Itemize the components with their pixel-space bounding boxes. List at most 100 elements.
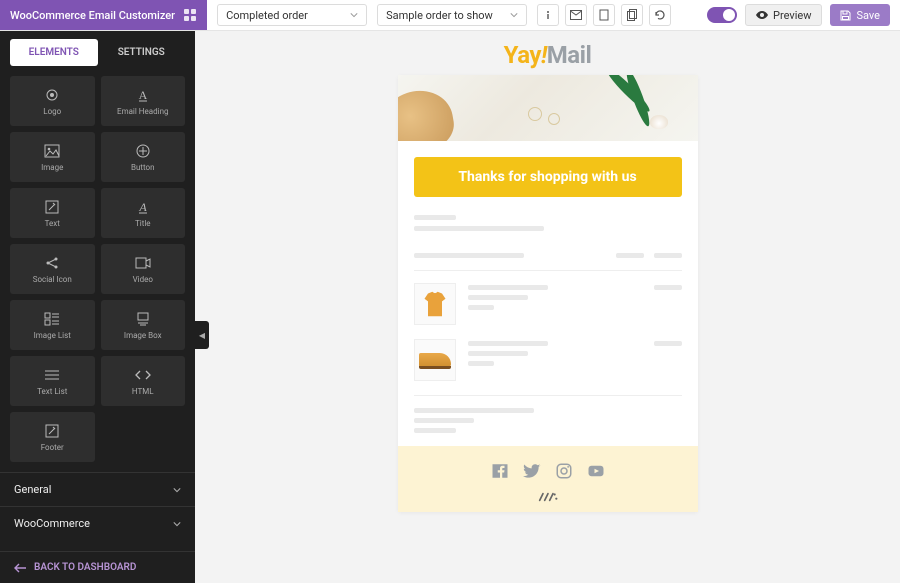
element-label: Footer: [41, 443, 64, 452]
arrow-left-icon: [14, 563, 26, 573]
grid-icon[interactable]: [183, 8, 197, 22]
eye-icon: [756, 9, 768, 21]
image-list-icon: [44, 311, 60, 327]
send-test-button[interactable]: [565, 4, 587, 26]
copy-button[interactable]: [621, 4, 643, 26]
sidebar-accordion: General WooCommerce: [0, 472, 195, 540]
logo-part-mail: Mail: [547, 41, 592, 69]
product-row: [414, 283, 682, 325]
sample-order-select[interactable]: Sample order to show: [377, 4, 527, 26]
product-info: [468, 339, 642, 371]
svg-text:A: A: [138, 88, 147, 102]
video-icon: [135, 255, 151, 271]
logo-icon: [44, 87, 60, 103]
element-social-icon[interactable]: Social Icon: [10, 244, 95, 294]
email-body: Thanks for shopping with us: [398, 141, 698, 446]
sidebar-collapse-handle[interactable]: ◀: [195, 321, 209, 349]
twitter-icon[interactable]: [523, 462, 541, 480]
info-button[interactable]: [537, 4, 559, 26]
element-html[interactable]: HTML: [101, 356, 186, 406]
element-logo[interactable]: Logo: [10, 76, 95, 126]
reset-button[interactable]: [649, 4, 671, 26]
element-label: Image List: [34, 331, 71, 340]
main: ELEMENTS SETTINGS Logo A Email Heading I…: [0, 31, 900, 583]
back-to-dashboard[interactable]: BACK TO DASHBOARD: [0, 551, 195, 583]
tab-settings[interactable]: SETTINGS: [98, 39, 186, 66]
element-button[interactable]: Button: [101, 132, 186, 182]
element-label: Image: [41, 163, 63, 172]
element-image-box[interactable]: Image Box: [101, 300, 186, 350]
element-label: Social Icon: [33, 275, 72, 284]
element-video[interactable]: Video: [101, 244, 186, 294]
product-info: [468, 283, 642, 315]
email-type-select[interactable]: Completed order: [217, 4, 367, 26]
heading-icon: A: [135, 87, 151, 103]
element-label: HTML: [132, 387, 154, 396]
facebook-icon[interactable]: [491, 462, 509, 480]
headline[interactable]: Thanks for shopping with us: [414, 157, 682, 197]
html-icon: [135, 367, 151, 383]
element-label: Video: [133, 275, 153, 284]
email-preview[interactable]: Thanks for shopping with us: [398, 75, 698, 512]
button-icon: [135, 143, 151, 159]
element-text-list[interactable]: Text List: [10, 356, 95, 406]
product-row: [414, 339, 682, 381]
accordion-label: General: [14, 483, 51, 496]
element-email-heading[interactable]: A Email Heading: [101, 76, 186, 126]
hero-image: [398, 75, 698, 141]
product-price: [654, 339, 682, 346]
enable-toggle[interactable]: [707, 7, 737, 23]
element-label: Image Box: [124, 331, 162, 340]
back-label: BACK TO DASHBOARD: [34, 562, 136, 573]
element-label: Logo: [43, 107, 61, 116]
elements-grid: Logo A Email Heading Image Button Text A…: [0, 66, 195, 472]
element-label: Text List: [37, 387, 67, 396]
youtube-icon[interactable]: [587, 462, 605, 480]
page-button[interactable]: [593, 4, 615, 26]
accordion-woocommerce[interactable]: WooCommerce: [0, 506, 195, 540]
instagram-icon[interactable]: [555, 462, 573, 480]
text-list-icon: [44, 367, 60, 383]
topbar: WooCommerce Email Customizer Completed o…: [0, 0, 900, 31]
footer-text-placeholder: [414, 408, 682, 433]
share-icon: [44, 255, 60, 271]
brand-title: WooCommerce Email Customizer: [10, 9, 175, 22]
social-icons: [491, 462, 605, 480]
save-label: Save: [856, 9, 880, 22]
canvas[interactable]: Yay!Mail Thanks for shopping with us: [195, 31, 900, 583]
element-title[interactable]: A Title: [101, 188, 186, 238]
accordion-general[interactable]: General: [0, 473, 195, 506]
element-label: Title: [135, 219, 151, 228]
text-icon: [44, 199, 60, 215]
chevron-down-icon: [173, 520, 181, 528]
title-icon: A: [135, 199, 151, 215]
chevron-down-icon: [173, 486, 181, 494]
intro-text-placeholder: [414, 215, 682, 231]
email-type-value: Completed order: [226, 9, 308, 22]
element-image-list[interactable]: Image List: [10, 300, 95, 350]
email-footer: [398, 446, 698, 512]
footer-mark-icon: [538, 492, 558, 502]
element-image[interactable]: Image: [10, 132, 95, 182]
footer-icon: [44, 423, 60, 439]
element-text[interactable]: Text: [10, 188, 95, 238]
element-label: Text: [45, 219, 60, 228]
logo-part-yay: Yay: [504, 41, 541, 69]
preview-logo: Yay!Mail: [504, 41, 592, 69]
element-footer[interactable]: Footer: [10, 412, 95, 462]
chevron-down-icon: [350, 11, 358, 19]
tab-elements[interactable]: ELEMENTS: [10, 39, 98, 66]
product-image-shoe: [414, 339, 456, 381]
preview-label: Preview: [773, 9, 811, 22]
preview-button[interactable]: Preview: [745, 4, 822, 26]
brand-bar: WooCommerce Email Customizer: [0, 0, 207, 30]
save-button[interactable]: Save: [830, 4, 890, 26]
element-label: Email Heading: [117, 107, 168, 116]
sidebar: ELEMENTS SETTINGS Logo A Email Heading I…: [0, 31, 195, 583]
sidebar-tabs: ELEMENTS SETTINGS: [0, 31, 195, 66]
product-price: [654, 283, 682, 290]
chevron-down-icon: [510, 11, 518, 19]
element-label: Button: [131, 163, 155, 172]
image-box-icon: [135, 311, 151, 327]
toolbar-buttons: [537, 4, 671, 26]
